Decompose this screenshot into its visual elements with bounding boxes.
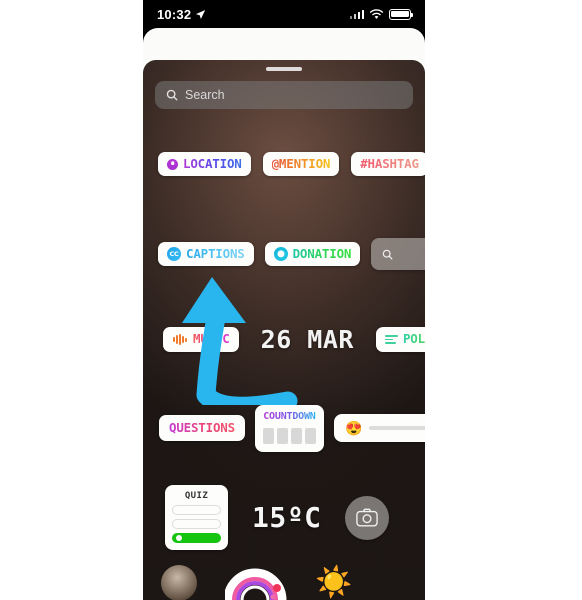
sticker-location-label: LOCATION (183, 156, 242, 171)
location-pin-icon (167, 158, 178, 170)
sticker-row-6: ☀️ (143, 565, 425, 600)
sticker-donation-label: DONATION (292, 245, 352, 261)
sticker-music-label: MUSIC (193, 331, 230, 347)
sticker-captions-label: CAPTIONS (186, 245, 245, 261)
sticker-location[interactable]: LOCATION (158, 152, 251, 177)
search-icon (382, 249, 393, 259)
location-arrow-icon (196, 9, 206, 19)
rainbow-arch-icon[interactable] (223, 566, 287, 600)
quiz-option[interactable] (172, 505, 221, 515)
closed-caption-icon: CC (167, 247, 181, 261)
sticker-countdown-label: COUNTDOWN (263, 411, 316, 422)
battery-icon (389, 8, 414, 20)
sticker-row-3: MUSIC 26 MAR POLL (143, 325, 425, 354)
sticker-temperature[interactable]: 15ºC (252, 501, 321, 534)
heart-circle-icon (273, 247, 288, 261)
wifi-icon (369, 8, 384, 19)
sticker-hashtag[interactable]: #HASHTAG (351, 152, 425, 177)
sticker-hashtag-label: #HASHTAG (360, 156, 419, 171)
poll-bars-icon (384, 334, 398, 345)
status-bar: 10:32 (143, 0, 425, 28)
slider-track[interactable] (369, 426, 425, 431)
phone-screen: 10:32 Search LOCATION @MENTION #HASHTAG … (143, 0, 425, 600)
sticker-quiz-label: QUIZ (184, 491, 209, 501)
sticker-gif-search[interactable] (371, 238, 425, 270)
sticker-mention-label: @MENTION (271, 156, 331, 171)
status-bar-left: 10:32 (157, 7, 206, 22)
sticker-tray: Search LOCATION @MENTION #HASHTAG CC CAP… (143, 60, 425, 600)
sticker-donation[interactable]: DONATION (264, 241, 361, 267)
search-icon (166, 89, 178, 101)
sticker-questions[interactable]: QUESTIONS (159, 415, 245, 442)
sun-icon[interactable]: ☀️ (315, 568, 352, 598)
sticker-questions-label: QUESTIONS (169, 420, 235, 436)
search-input[interactable]: Search (155, 81, 413, 109)
sticker-row-1: LOCATION @MENTION #HASHTAG (143, 152, 425, 177)
sticker-row-2: CC CAPTIONS DONATION (143, 238, 425, 270)
status-bar-right (349, 8, 414, 20)
cellular-signal-icon (349, 9, 364, 19)
music-waveform-icon (172, 333, 188, 346)
sticker-row-5: QUIZ 15ºC (143, 485, 425, 550)
camera-icon (356, 508, 379, 527)
status-bar-clock: 10:32 (157, 6, 192, 22)
avatar[interactable] (161, 565, 197, 600)
heart-eyes-emoji-icon: 😍 (344, 420, 363, 437)
sticker-date[interactable]: 26 MAR (261, 325, 354, 354)
quiz-option[interactable] (172, 519, 221, 529)
quiz-option-correct[interactable] (172, 533, 221, 543)
drag-handle[interactable] (266, 67, 302, 71)
sticker-row-4: QUESTIONS COUNTDOWN 😍 (143, 405, 425, 452)
sticker-emoji-slider[interactable]: 😍 (333, 414, 425, 443)
search-placeholder: Search (185, 88, 225, 102)
screenshot-stage: 10:32 Search LOCATION @MENTION #HASHTAG … (0, 0, 582, 600)
sticker-music[interactable]: MUSIC (163, 327, 239, 352)
countdown-digits (262, 427, 316, 444)
sticker-countdown[interactable]: COUNTDOWN (254, 405, 324, 452)
sticker-quiz[interactable]: QUIZ (165, 485, 228, 550)
sticker-poll-label: POLL (403, 331, 425, 346)
sticker-mention[interactable]: @MENTION (262, 152, 340, 177)
sticker-captions[interactable]: CC CAPTIONS (158, 241, 254, 267)
sticker-poll[interactable]: POLL (375, 327, 425, 352)
sticker-camera[interactable] (345, 495, 390, 540)
